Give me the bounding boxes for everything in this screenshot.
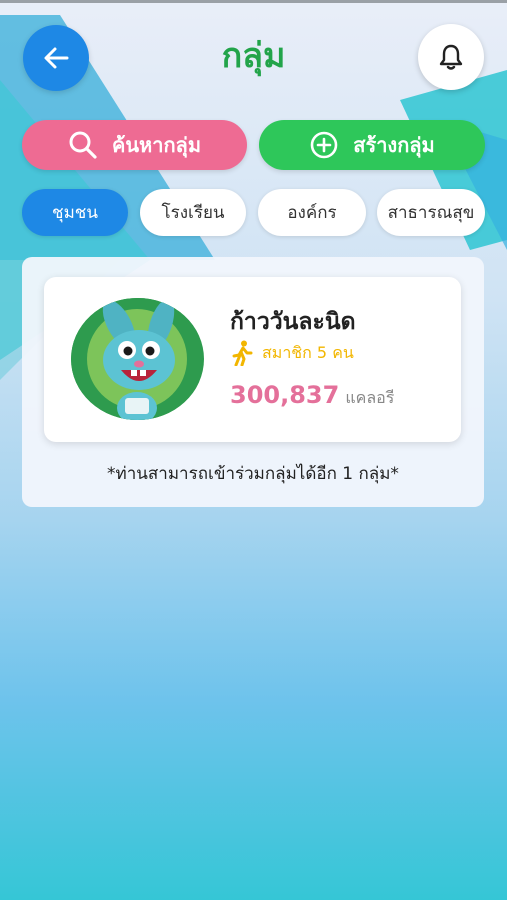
bell-icon [439, 44, 463, 70]
walking-person-icon [232, 340, 253, 366]
member-count: สมาชิก 5 คน [230, 340, 354, 366]
tab-community[interactable]: ชุมชน [22, 189, 128, 236]
create-group-button[interactable]: สร้างกลุ่ม [259, 120, 485, 170]
notification-button[interactable] [418, 24, 484, 90]
calorie-unit: แคลอรี [345, 388, 395, 407]
join-limit-note: *ท่านสามารถเข้าร่วมกลุ่มได้อีก 1 กลุ่ม* [107, 464, 399, 484]
search-group-button[interactable]: ค้นหากลุ่ม [22, 120, 247, 170]
tab-school[interactable]: โรงเรียน [140, 189, 246, 236]
tab-organization[interactable]: องค์กร [258, 189, 366, 236]
search-icon [69, 131, 97, 159]
member-count-label: สมาชิก 5 คน [262, 342, 354, 362]
category-tabs: ชุมชน โรงเรียน องค์กร สาธารณสุข [0, 189, 507, 237]
group-avatar [71, 298, 204, 420]
group-name: ก้าววันละนิด [230, 309, 356, 335]
group-list-panel: ก้าววันละนิด สมาชิก 5 คน 300,837 แคลอรี … [22, 257, 484, 507]
rabbit-mascot-icon [71, 298, 203, 420]
search-group-label: ค้นหากลุ่ม [111, 133, 201, 157]
tab-public-health[interactable]: สาธารณสุข [377, 189, 485, 236]
calorie-value: 300,837 [230, 381, 340, 409]
top-edge [0, 0, 507, 3]
create-group-label: สร้างกลุ่ม [353, 133, 435, 157]
group-card[interactable]: ก้าววันละนิด สมาชิก 5 คน 300,837 แคลอรี [44, 277, 461, 442]
calorie-total: 300,837 แคลอรี [230, 381, 394, 411]
plus-circle-icon [310, 131, 338, 159]
